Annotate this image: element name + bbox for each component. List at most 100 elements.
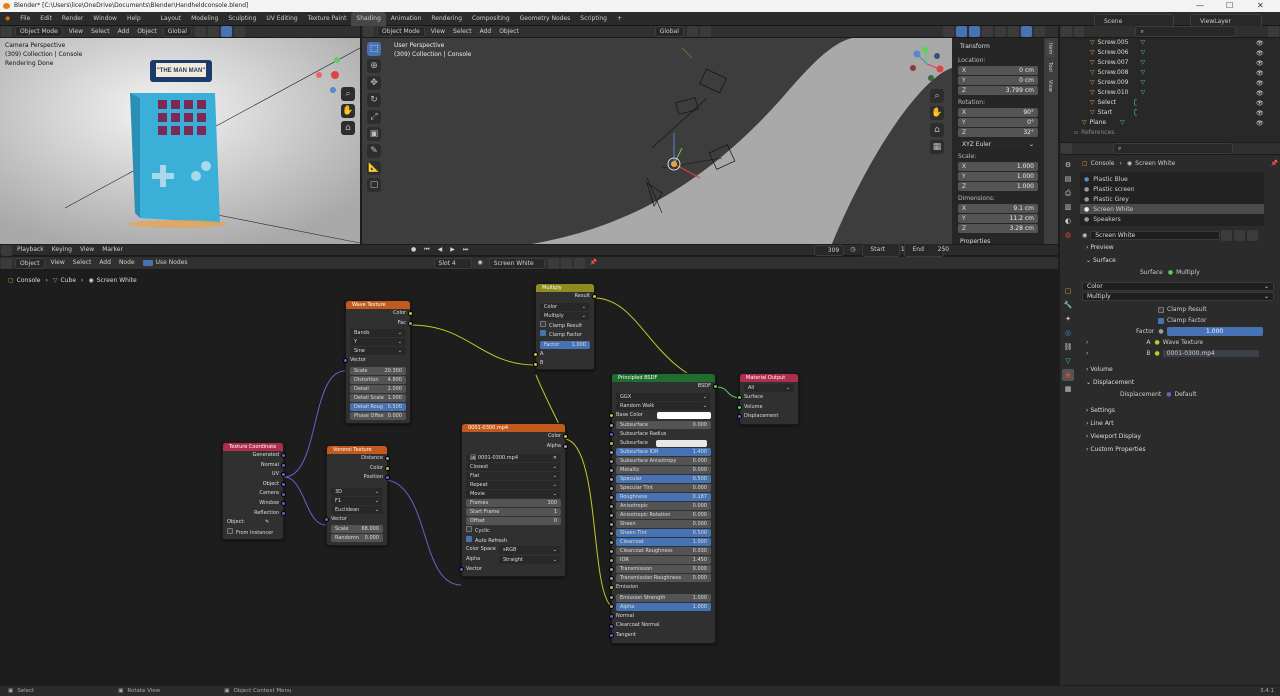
checkbox[interactable] [1158, 306, 1164, 313]
outliner-item[interactable]: ▽ Screw.005 ▽ [1090, 38, 1280, 48]
image-texture-node[interactable]: 0001-0300.mp4 Color Alpha 🖼 0001-0300.mp… [459, 423, 568, 578]
eye-icon[interactable]: 👁 [1256, 90, 1276, 100]
constraints-tab-icon[interactable]: ⛓ [1062, 341, 1074, 353]
camera-icon[interactable]: ⌂ [341, 121, 355, 135]
socket-icon[interactable] [609, 614, 614, 620]
clamp-factor-toggle[interactable]: Clamp Factor [536, 330, 594, 340]
filter-icon[interactable] [1268, 26, 1279, 37]
jump-end-icon[interactable]: ⏭ [459, 244, 472, 256]
rotation-y-field[interactable]: Y 0° [958, 118, 1038, 127]
randomness-field[interactable]: Randomn 0.000 [331, 534, 383, 543]
bsdf-param-field[interactable]: Subsurface 0.000 [609, 421, 711, 430]
editor-type-icon[interactable] [1, 26, 12, 37]
menu-add[interactable]: Add [114, 26, 134, 38]
eye-icon[interactable]: 👁 [1256, 40, 1276, 50]
tab-geometry-nodes[interactable]: Geometry Nodes [515, 12, 576, 26]
grid-icon[interactable]: ▦ [930, 140, 944, 154]
menu-file[interactable]: File [15, 12, 35, 26]
socket-icon[interactable] [609, 595, 614, 601]
eye-icon[interactable]: 👁 [1256, 70, 1276, 80]
expand-icon[interactable]: › [1086, 339, 1088, 346]
proportional-icon[interactable] [699, 26, 711, 37]
value[interactable]: Default [1175, 391, 1197, 398]
line-art-section[interactable]: › Line Art [1078, 417, 1278, 430]
duplicate-icon[interactable] [1234, 230, 1246, 241]
add-workspace-button[interactable]: + [612, 12, 627, 26]
tab-modeling[interactable]: Modeling [186, 12, 223, 26]
eye-icon[interactable]: 👁 [1256, 100, 1276, 110]
close-icon[interactable]: ✕ [553, 454, 557, 462]
location-z-field[interactable]: Z 3.799 cm [958, 86, 1038, 95]
bsdf-param-field[interactable]: IOR 1.450 [609, 556, 711, 565]
bsdf-param-field[interactable]: Sheen 0.000 [609, 520, 711, 529]
menu-object[interactable]: Object [495, 26, 523, 38]
eye-icon[interactable]: 👁 [1256, 50, 1276, 60]
pan-hand-icon[interactable]: ✋ [341, 104, 355, 118]
direction-select[interactable]: Y ⌄ [350, 338, 406, 347]
bsdf-param-field[interactable]: Metallic 0.000 [609, 466, 711, 475]
material-slot[interactable]: ● Plastic Blue [1080, 174, 1264, 184]
tab-sculpting[interactable]: Sculpting [223, 12, 261, 26]
socket-icon[interactable] [609, 449, 614, 455]
bsdf-param-field[interactable]: Subsurface C... [609, 439, 711, 454]
shading-wire-icon[interactable] [994, 26, 1006, 37]
data-type-select[interactable]: Color ⌄ [540, 302, 590, 311]
snap-icon[interactable] [686, 26, 698, 37]
shading-solid-icon[interactable] [1007, 26, 1019, 37]
dimensions-z-field[interactable]: Z 3.28 cm [958, 224, 1038, 233]
properties-header[interactable]: Properties [958, 235, 1038, 244]
tab-rendering[interactable]: Rendering [426, 12, 467, 26]
output-tab-icon[interactable]: ⎙ [1062, 187, 1074, 199]
socket-icon[interactable] [324, 517, 329, 523]
socket-icon[interactable] [609, 633, 614, 639]
eye-icon[interactable]: 👁 [1256, 110, 1276, 120]
factor-slider[interactable]: 1.000 [1166, 327, 1263, 336]
socket-icon[interactable] [533, 361, 538, 367]
socket-icon[interactable] [609, 412, 614, 418]
eye-icon[interactable]: 👁 [1256, 80, 1276, 90]
scale-field[interactable]: Scale 20.300 [350, 366, 406, 375]
outliner-item[interactable]: ▽ Screw.009 ▽ [1090, 78, 1280, 88]
socket-icon[interactable] [609, 623, 614, 629]
interpolation-select[interactable]: Closest ⌄ [466, 463, 561, 472]
bsdf-param-field[interactable]: Specular 0.500 [609, 475, 711, 484]
outliner-item[interactable]: ▽ Start ʗ [1090, 108, 1280, 118]
socket-icon[interactable] [563, 443, 568, 449]
rotation-mode-select[interactable]: XYZ Euler ⌄ [958, 140, 1038, 149]
bsdf-param-field[interactable]: Clearcoat 1.000 [609, 538, 711, 547]
close-icon[interactable]: ✕ [1257, 0, 1264, 12]
menu-add[interactable]: Add [476, 26, 496, 38]
tab-animation[interactable]: Animation [386, 12, 427, 26]
socket-icon[interactable] [609, 566, 614, 572]
custom-properties-section[interactable]: › Custom Properties [1078, 443, 1278, 456]
menu-playback[interactable]: Playback [13, 244, 48, 256]
mode-selector[interactable]: Object Mode [15, 26, 63, 37]
bsdf-param-field[interactable]: Anisotropic 0.000 [609, 502, 711, 511]
menu-help[interactable]: Help [122, 12, 146, 26]
unlink-icon[interactable] [1247, 230, 1259, 241]
dimensions-select[interactable]: 3D ⌄ [331, 487, 383, 496]
socket-icon[interactable] [737, 414, 742, 420]
checkbox[interactable] [227, 527, 233, 534]
wave-type-select[interactable]: Bands ⌄ [350, 329, 406, 338]
dimensions-y-field[interactable]: Y 11.2 cm [958, 214, 1038, 223]
outliner-item[interactable]: ▽ Screw.010 ▽ [1090, 88, 1280, 98]
menu-render[interactable]: Render [57, 12, 88, 26]
main-viewport[interactable]: Object Mode View Select Add Object Globa… [362, 26, 1058, 244]
object-picker[interactable]: Object: ✎ [223, 518, 283, 528]
expand-icon[interactable]: › [1086, 350, 1088, 357]
start-frame-field[interactable]: Start Frame 1 [466, 508, 561, 517]
bsdf-param-field[interactable]: Sheen Tint 0.500 [609, 529, 711, 538]
checkbox[interactable] [1158, 317, 1164, 324]
surface-section[interactable]: ⌄ Surface [1078, 254, 1278, 267]
camera-icon[interactable]: ⌂ [930, 123, 944, 137]
displacement-section[interactable]: ⌄ Displacement [1078, 376, 1278, 389]
blend-mode-select[interactable]: Multiply ⌄ [540, 311, 590, 320]
checkbox[interactable] [466, 535, 472, 542]
socket-icon[interactable] [737, 404, 742, 410]
record-icon[interactable]: ● [407, 244, 420, 256]
phase-offset-field[interactable]: Phase Offse 0.000 [350, 411, 406, 420]
material-output-node[interactable]: Material Output All ⌄ Surface Volume Disp… [737, 373, 799, 425]
texture-coordinate-node[interactable]: Texture Coordinate Generated Normal UV O… [222, 442, 286, 541]
texture-tab-icon[interactable]: ▦ [1062, 383, 1074, 395]
